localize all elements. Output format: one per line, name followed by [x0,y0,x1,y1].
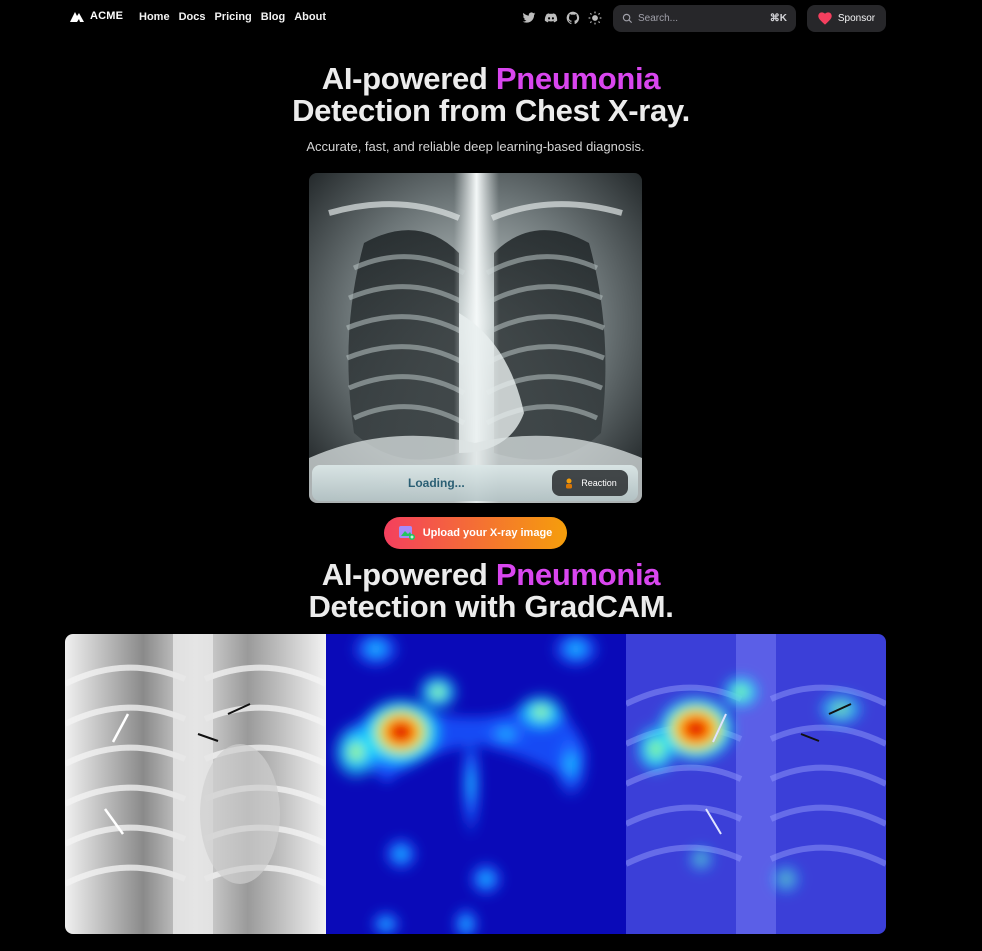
original-xray-image [65,634,326,934]
search-input[interactable]: Search... ⌘K [613,5,796,32]
hero-title: AI-powered Pneumonia Detection from Ches… [0,63,982,127]
hero-title-line2: Detection from Chest X-ray. [292,93,690,128]
discord-icon[interactable] [544,11,558,25]
gradcam-overlay-image [626,634,886,934]
loading-bar: Loading... Reaction [312,465,638,501]
gradcam-heatmap-image [326,634,626,934]
add-image-icon [398,526,415,540]
github-icon[interactable] [566,11,580,25]
gradcam-title-accent: Pneumonia [495,557,661,592]
gradcam-result [65,634,886,934]
upload-button[interactable]: Upload your X-ray image [384,517,567,549]
nav-link-pricing[interactable]: Pricing [214,11,251,23]
reaction-label: Reaction [581,478,617,488]
gradcam-overlay-panel [626,634,886,934]
loading-status: Loading... [408,476,465,490]
gradcam-heatmap-panel [326,634,626,934]
gradcam-title-prefix: AI-powered [321,557,496,592]
hero-title-accent: Pneumonia [495,61,661,96]
nav-link-about[interactable]: About [294,11,326,23]
brand[interactable]: ACME [70,10,123,22]
sponsor-button[interactable]: Sponsor [807,5,886,32]
upload-label: Upload your X-ray image [422,527,553,539]
search-icon [622,13,633,24]
social-links [522,11,602,25]
theme-toggle-icon[interactable] [588,11,602,25]
gradcam-title-line2: Detection with GradCAM. [308,589,674,624]
top-nav: ACME Home Docs Pricing Blog About Search… [0,0,982,36]
nav-link-blog[interactable]: Blog [261,11,285,23]
reaction-button[interactable]: Reaction [552,470,628,496]
nav-link-home[interactable]: Home [139,11,170,23]
xray-preview: Loading... Reaction [309,173,642,503]
gradcam-title: AI-powered Pneumonia Detection with Grad… [0,559,982,623]
brand-name: ACME [90,10,124,22]
nav-link-docs[interactable]: Docs [179,11,206,23]
hero-title-prefix: AI-powered [321,61,496,96]
heart-icon [818,12,832,25]
twitter-icon[interactable] [522,11,536,25]
acme-logo-icon [70,12,84,22]
chest-xray-image [309,173,642,503]
hero-subtitle: Accurate, fast, and reliable deep learni… [306,139,645,154]
search-placeholder: Search... [638,13,679,24]
search-shortcut: ⌘K [769,13,787,24]
nav-links: Home Docs Pricing Blog About [139,11,335,23]
reaction-icon [566,478,573,489]
original-xray-panel [65,634,326,934]
sponsor-label: Sponsor [837,13,876,24]
